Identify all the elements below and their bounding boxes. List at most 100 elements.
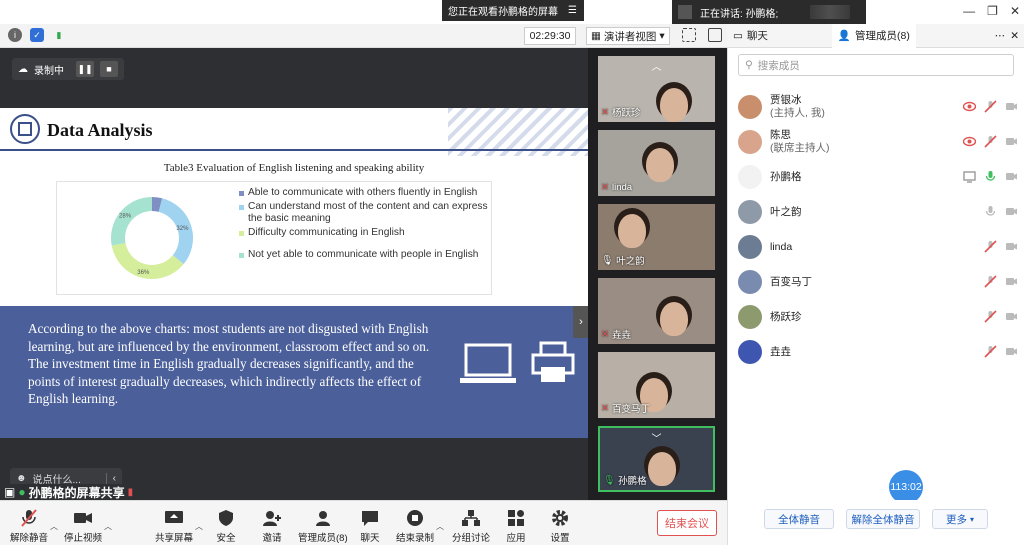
screen-share-icon[interactable] [963,170,976,183]
chevron-down-icon[interactable]: ﹀ [652,430,662,445]
close-icon[interactable]: ✕ [1010,4,1020,18]
elapsed-timer-badge: 113:02 [889,470,923,504]
chevron-down-icon: ▾ [969,514,974,524]
apps-button[interactable]: 应用 [506,509,526,544]
recording-eye-icon[interactable] [962,135,977,148]
slide-logo-icon [10,114,40,144]
chat-button[interactable]: 聊天 [360,509,380,544]
mic-icon[interactable] [984,205,997,218]
slide-title: Data Analysis [47,120,153,140]
video-camera-icon[interactable] [1005,275,1018,288]
chevron-left-icon[interactable]: ‹ [105,472,122,484]
mic-on-icon[interactable] [984,170,997,183]
member-row[interactable]: 陈思 (联席主持人) [738,127,1018,157]
video-camera-icon[interactable] [1005,205,1018,218]
member-row[interactable]: 百变马丁 [738,267,1018,297]
legend-swatch [239,253,244,258]
chevron-up-icon[interactable]: ︿ [436,521,444,532]
more-icon[interactable]: ⋯ ✕ [995,30,1024,42]
unmute-button[interactable]: 解除静音 [10,509,48,544]
video-camera-icon[interactable] [1005,345,1018,358]
member-row[interactable]: 杨跃珍 [738,302,1018,332]
settings-button[interactable]: 设置 [550,509,570,544]
video-tile[interactable]: ﹀ 🎙 孙鹏格 [598,426,715,492]
minimize-icon[interactable]: — [963,4,975,18]
video-tile[interactable]: 🎙 叶之韵 [598,204,715,270]
video-tile-name: 🎙 叶之韵 [601,254,645,268]
mic-muted-icon[interactable] [984,345,997,358]
mic-on-icon: 🎙 [601,254,614,266]
security-button[interactable]: 安全 [216,509,236,544]
mic-muted-icon[interactable] [984,310,997,323]
manage-members-button[interactable]: 管理成员(8) [298,509,348,544]
member-row[interactable]: 垚垚 [738,337,1018,367]
signal-icon[interactable]: ▮ [52,28,66,42]
slide-divider [0,149,588,151]
legend-label: Not yet able to communicate with people … [248,249,479,260]
mic-muted-icon[interactable] [984,240,997,253]
video-camera-icon[interactable] [1005,310,1018,323]
video-tile-name: 🎙 孙鹏格 [603,474,647,488]
video-camera-icon[interactable] [1005,240,1018,253]
video-camera-icon[interactable] [1005,170,1018,183]
shield-icon[interactable]: ✓ [30,28,44,42]
chevron-up-icon[interactable]: ︿ [50,521,58,532]
donut-slice [158,198,193,265]
more-options-button[interactable]: 更多 ▾ [932,509,988,529]
member-row[interactable]: linda [738,232,1018,262]
collapse-gallery-button[interactable]: › [573,306,589,338]
video-tile[interactable]: ✕ 垚垚 [598,278,715,344]
tab-members[interactable]: 👤 管理成员(8) [831,23,916,48]
unmute-all-button[interactable]: 解除全体静音 [846,509,920,529]
info-icon[interactable]: i [8,28,22,42]
legend-label: Able to communicate with others fluently… [248,187,478,198]
share-screen-button[interactable]: 共享屏幕 [155,509,193,544]
member-status-icons [963,170,1018,183]
sidebar-toggle-icon[interactable] [708,28,722,42]
member-status-icons [984,310,1018,323]
member-search-input[interactable]: ⚲ 搜索成员 [738,54,1014,76]
chart-container: 32% 36% 28% Able to communicate with other… [56,181,492,295]
fullscreen-icon[interactable] [682,28,696,42]
mute-all-button[interactable]: 全体静音 [764,509,834,529]
mic-muted-icon[interactable] [984,100,997,113]
end-recording-button[interactable]: 结束录制 [396,509,434,544]
member-name: 孙鹏格 [770,170,802,183]
legend-item: Can understand most of the content and c… [239,201,489,225]
member-row[interactable]: 贾银冰 (主持人, 我) [738,92,1018,122]
video-tile-name: ✕ 垚垚 [601,328,631,342]
member-row[interactable]: 叶之韵 [738,197,1018,227]
tab-chat[interactable]: ▭ 聊天 [727,24,774,48]
summary-paragraph: According to the above charts: most stud… [28,321,430,407]
mic-muted-icon: ✕ [601,182,609,193]
stop-video-button[interactable]: 停止视频 [64,509,102,544]
video-camera-icon[interactable] [1005,100,1018,113]
presenter-view-dropdown[interactable]: ▦ 演讲者视图 ▾ [586,27,670,45]
member-status-icons [984,240,1018,253]
mic-muted-icon[interactable] [984,135,997,148]
chevron-up-icon[interactable]: ︿ [104,521,112,532]
menu-icon[interactable]: ☰ [568,5,577,16]
video-tile[interactable]: ︿ ✕ 杨跃珍 [598,56,715,122]
mic-muted-icon[interactable] [984,275,997,288]
chevron-up-icon[interactable]: ︿ [652,58,662,73]
video-tile[interactable]: ✕ 百变马丁 [598,352,715,418]
pause-recording-button[interactable]: ❚❚ [76,61,94,77]
invite-button[interactable]: 邀请 [262,509,282,544]
member-status-icons [962,100,1018,113]
restore-icon[interactable]: ❐ [987,4,998,18]
breakout-button[interactable]: 分组讨论 [452,509,490,544]
breakout-icon [461,509,481,527]
video-camera-icon[interactable] [1005,135,1018,148]
recording-eye-icon[interactable] [962,100,977,113]
emoji-icon[interactable]: ☻ [16,473,27,484]
member-row[interactable]: 孙鹏格 [738,162,1018,192]
chevron-up-icon[interactable]: ︿ [195,521,203,532]
stop-recording-button[interactable]: ■ [100,61,118,77]
video-tile[interactable]: ✕ linda [598,130,715,196]
bottom-toolbar: 解除静音 ︿ 停止视频 ︿ 共享屏幕 ︿ 安全 邀请 管理成员(8) 聊天 结束… [0,500,727,545]
end-meeting-button[interactable]: 结束会议 [657,510,717,536]
person-icon [313,509,333,527]
legend-label: Difficulty communicating in English [248,227,405,238]
title-bar: 您正在观看孙鹏格的屏幕 ☰ 正在讲话: 孙鹏格; — ❐ ✕ [0,0,1024,24]
